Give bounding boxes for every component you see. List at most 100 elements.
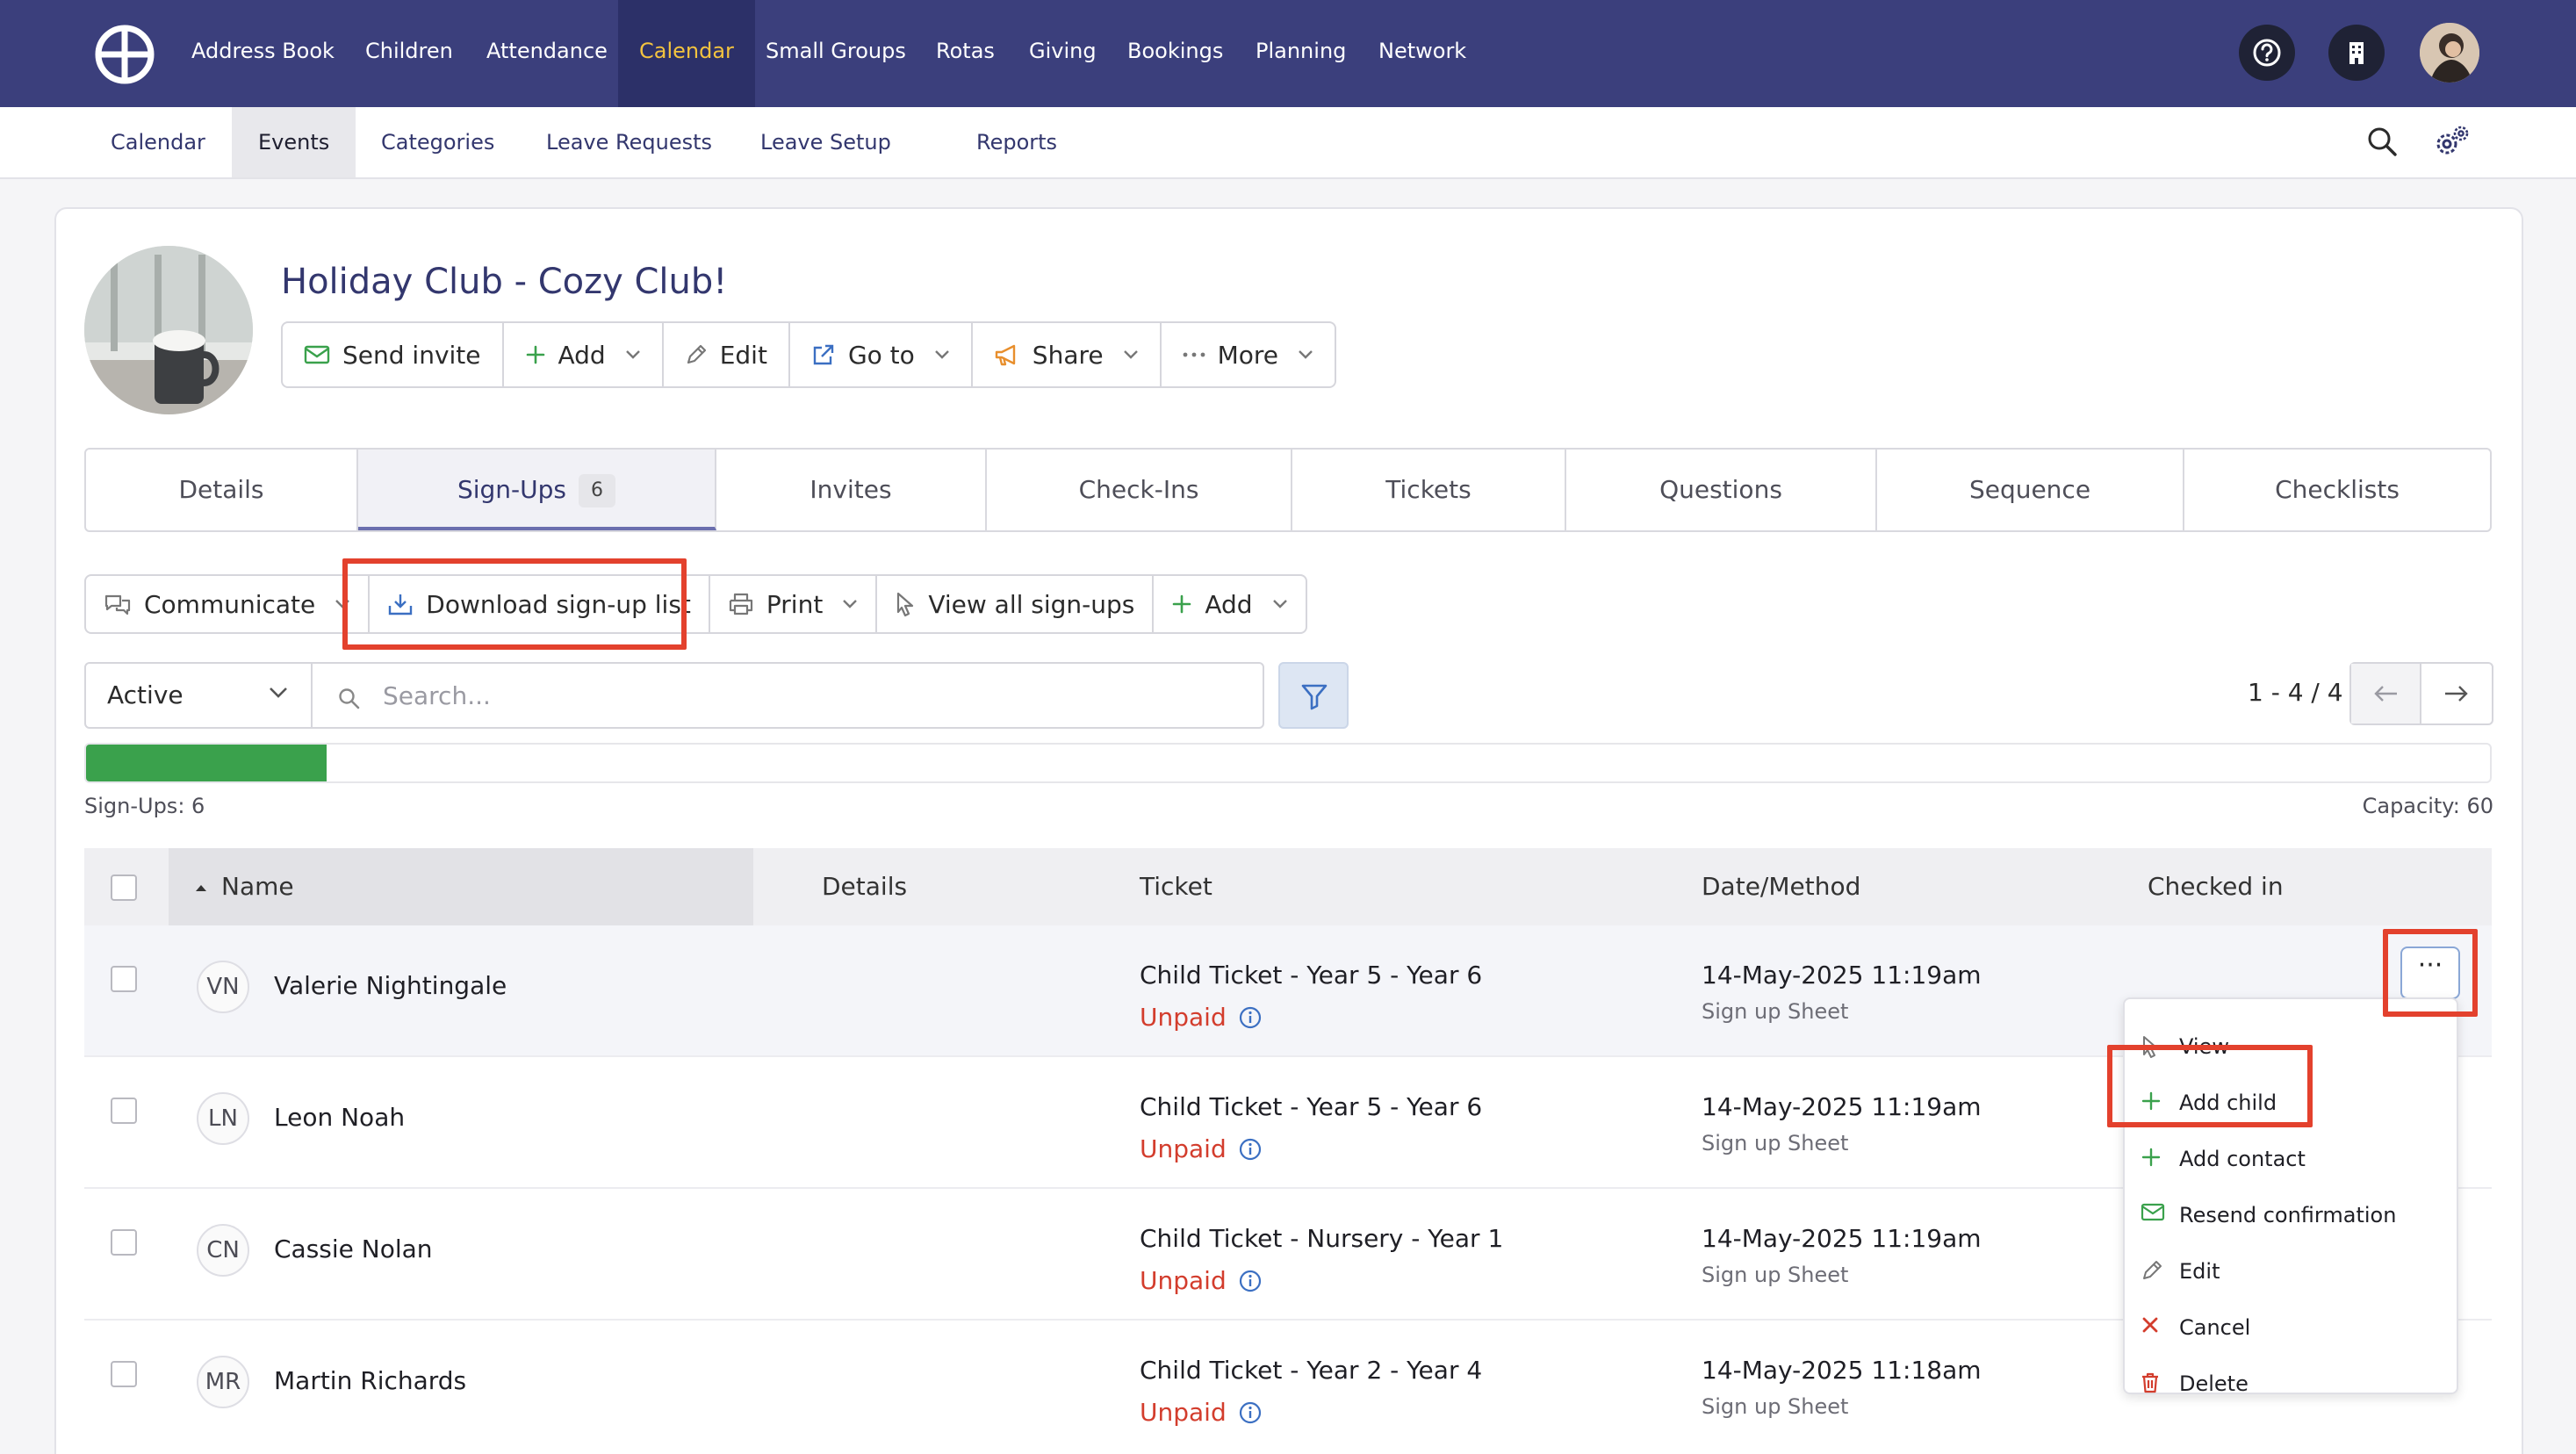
tab-checklists[interactable]: Checklists [2184,450,2490,530]
column-header-ticket: Ticket [1140,872,1212,901]
pagination-range: 1 - 4 / 4 [2248,678,2343,707]
status-select[interactable]: Active [84,662,313,729]
chevron-down-icon [934,350,949,359]
subnav-reports[interactable]: Reports [976,107,1057,177]
app-logo-icon[interactable] [95,25,155,84]
download-sign-up-list-button[interactable]: Download sign-up list [370,576,710,632]
column-header-date-method: Date/Method [1702,872,1861,901]
row-checkbox[interactable] [111,1098,137,1124]
info-icon[interactable] [1239,1270,1262,1292]
previous-page-button[interactable] [2351,664,2421,723]
sign-up-date: 14-May-2025 11:19am [1702,1224,1982,1253]
go-to-dropdown-button[interactable]: Go to [790,323,973,386]
envelope-icon [2141,1203,2165,1221]
info-icon[interactable] [1239,1401,1262,1424]
tab-sequence[interactable]: Sequence [1877,450,2184,530]
person-name-link[interactable]: Valerie Nightingale [274,971,507,1000]
pagination-controls [2349,662,2493,725]
select-all-checkbox[interactable] [111,875,137,901]
nav-attendance[interactable]: Attendance [486,0,608,107]
table-header: Name Details Ticket Date/Method Checked … [84,848,2492,925]
menu-item-view[interactable]: View [2125,1019,2458,1075]
row-checkbox[interactable] [111,1229,137,1256]
sign-up-date: 14-May-2025 11:19am [1702,961,1982,990]
tab-invites[interactable]: Invites [716,450,987,530]
chat-bubbles-icon [104,594,131,615]
tab-tickets[interactable]: Tickets [1292,450,1566,530]
download-icon [389,594,413,615]
menu-item-add-child[interactable]: Add child [2125,1075,2458,1131]
share-dropdown-button[interactable]: Share [973,323,1162,386]
pencil-icon [687,344,706,364]
subnav-leave-requests[interactable]: Leave Requests [546,107,712,177]
more-dropdown-button[interactable]: More [1162,323,1335,386]
chevron-down-icon [625,350,640,359]
nav-rotas[interactable]: Rotas [936,0,995,107]
next-page-button[interactable] [2421,664,2492,723]
edit-button[interactable]: Edit [664,323,790,386]
menu-item-cancel[interactable]: Cancel [2125,1299,2458,1356]
top-nav-bar: Address Book Children Attendance Calenda… [0,0,2576,107]
sign-up-method: Sign up Sheet [1702,999,1849,1024]
nav-giving[interactable]: Giving [1029,0,1097,107]
info-icon[interactable] [1239,1006,1262,1029]
column-header-name[interactable]: Name [169,848,753,925]
subnav-events[interactable]: Events [232,107,356,177]
payment-status: Unpaid [1140,1266,1262,1295]
avatar: MR [197,1356,249,1408]
send-invite-button[interactable]: Send invite [283,323,504,386]
nav-children[interactable]: Children [365,0,453,107]
nav-network[interactable]: Network [1378,0,1466,107]
avatar: LN [197,1092,249,1145]
arrow-left-icon [2374,686,2397,702]
communicate-dropdown-button[interactable]: Communicate [86,576,371,632]
search-icon [339,688,360,709]
nav-small-groups[interactable]: Small Groups [766,0,906,107]
gear-icon[interactable] [2434,125,2471,158]
help-button[interactable] [2239,25,2295,81]
menu-item-add-contact[interactable]: Add contact [2125,1131,2458,1187]
capacity-progress-fill [86,745,327,781]
tab-details[interactable]: Details [86,450,358,530]
menu-item-resend-confirmation[interactable]: Resend confirmation [2125,1187,2458,1243]
user-avatar[interactable] [2420,23,2479,83]
view-all-sign-ups-button[interactable]: View all sign-ups [877,576,1155,632]
nav-address-book[interactable]: Address Book [191,0,335,107]
envelope-icon [304,345,330,364]
tab-questions[interactable]: Questions [1566,450,1877,530]
subnav-leave-setup[interactable]: Leave Setup [760,107,891,177]
menu-item-delete[interactable]: Delete [2125,1356,2458,1412]
row-checkbox[interactable] [111,1361,137,1387]
tab-check-ins[interactable]: Check-Ins [987,450,1292,530]
sign-ups-count-badge: 6 [579,474,616,507]
sign-ups-total-label: Sign-Ups: 6 [84,794,205,818]
person-name-link[interactable]: Cassie Nolan [274,1234,433,1263]
nav-planning[interactable]: Planning [1256,0,1346,107]
payment-status: Unpaid [1140,1398,1262,1427]
column-header-checked-in: Checked in [2148,872,2284,901]
person-name-link[interactable]: Martin Richards [274,1366,466,1395]
plus-icon [1173,594,1191,614]
close-icon [2142,1317,2158,1333]
add-dropdown-button[interactable]: Add [504,323,664,386]
print-dropdown-button[interactable]: Print [710,576,878,632]
row-checkbox[interactable] [111,966,137,992]
search-input[interactable] [383,676,1226,715]
filter-button[interactable] [1278,662,1349,729]
menu-item-edit[interactable]: Edit [2125,1243,2458,1299]
nav-calendar[interactable]: Calendar [618,0,755,107]
info-icon[interactable] [1239,1138,1262,1161]
avatar: CN [197,1224,249,1277]
calendar-sub-nav: Calendar Events Categories Leave Request… [0,107,2576,260]
organisation-button[interactable] [2328,25,2385,81]
ticket-name: Child Ticket - Year 5 - Year 6 [1140,1092,1483,1121]
search-icon[interactable] [2365,125,2399,158]
add-sign-up-dropdown-button[interactable]: Add [1154,576,1305,632]
person-name-link[interactable]: Leon Noah [274,1103,405,1132]
nav-bookings[interactable]: Bookings [1127,0,1223,107]
tab-sign-ups[interactable]: Sign-Ups 6 [358,450,716,530]
subnav-categories[interactable]: Categories [381,107,494,177]
subnav-calendar[interactable]: Calendar [111,107,205,177]
chevron-down-icon [1123,350,1138,359]
row-actions-button[interactable]: ··· [2400,947,2460,999]
